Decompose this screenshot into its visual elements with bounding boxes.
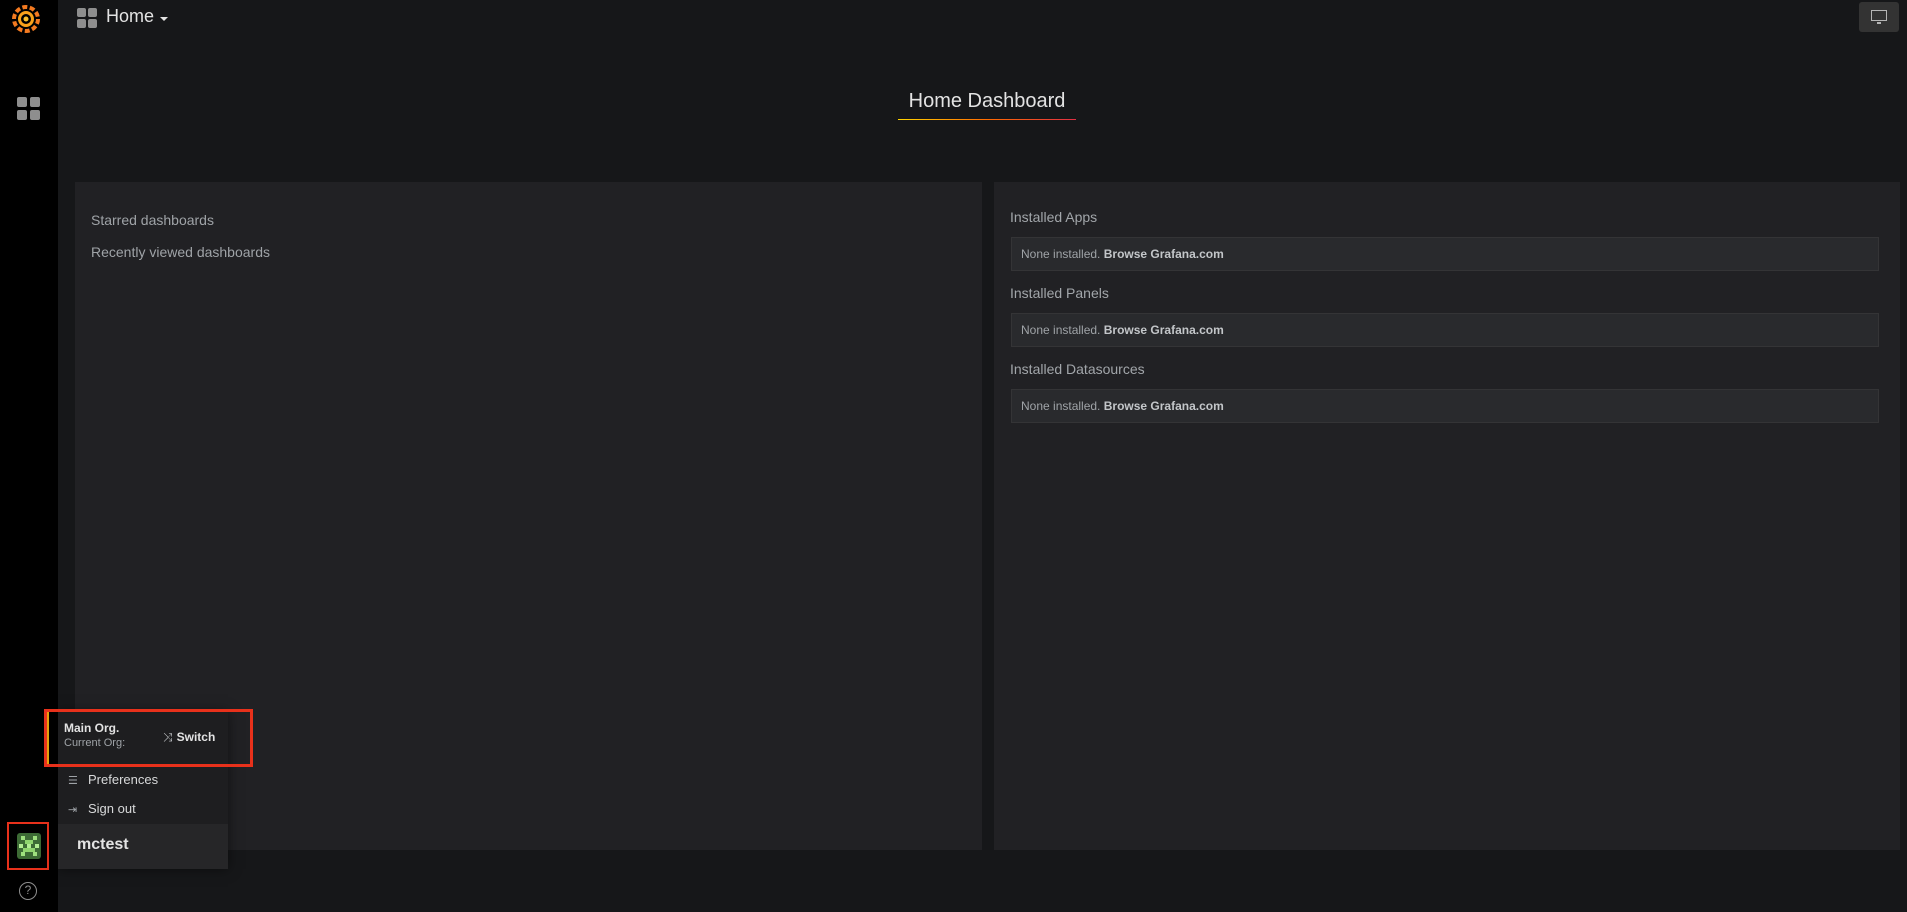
preferences-sliders-icon: ☰ xyxy=(68,775,78,787)
org-accent-bar xyxy=(47,712,49,764)
sign-out-label: Sign out xyxy=(88,801,136,816)
page-title: Home Dashboard xyxy=(898,90,1076,120)
chevron-down-icon[interactable] xyxy=(160,17,168,21)
browse-grafana-link[interactable]: Browse Grafana.com xyxy=(1104,323,1224,337)
starred-dashboards-heading: Starred dashboards xyxy=(91,212,214,228)
dashboards-grid-icon[interactable] xyxy=(17,97,41,121)
user-avatar-button[interactable] xyxy=(7,822,49,870)
org-name: Main Org. xyxy=(64,721,120,735)
switch-org-button[interactable]: ⤨ Switch xyxy=(163,730,215,745)
username: mctest xyxy=(77,836,129,853)
current-org-item: Main Org. Current Org: ⤨ Switch xyxy=(44,709,253,767)
grafana-logo-icon[interactable] xyxy=(9,2,43,36)
dashboards-grid-icon xyxy=(77,8,97,28)
recent-dashboards-heading: Recently viewed dashboards xyxy=(91,244,270,260)
current-org-label: Current Org: xyxy=(64,737,126,749)
switch-shuffle-icon: ⤨ xyxy=(163,730,173,744)
browse-grafana-link[interactable]: Browse Grafana.com xyxy=(1104,247,1224,261)
user-avatar-icon xyxy=(17,833,41,859)
help-icon[interactable]: ? xyxy=(19,882,37,900)
switch-label: Switch xyxy=(176,730,216,744)
tv-mode-icon xyxy=(1871,10,1887,24)
user-name-row: mctest xyxy=(58,824,228,869)
dashboard-picker[interactable]: Home xyxy=(106,6,154,27)
none-installed-text: None installed. xyxy=(1021,399,1101,413)
none-installed-text: None installed. xyxy=(1021,323,1101,337)
installed-apps-row: None installed. Browse Grafana.com xyxy=(1011,237,1879,271)
installed-panels-row: None installed. Browse Grafana.com xyxy=(1011,313,1879,347)
user-dropdown-menu: Main Org. Current Org: ⤨ Switch ☰ Preferen… xyxy=(44,709,253,869)
installed-datasources-heading: Installed Datasources xyxy=(1010,361,1145,377)
top-navbar: Home xyxy=(58,0,1907,34)
installed-apps-heading: Installed Apps xyxy=(1010,209,1098,225)
installed-panels-heading: Installed Panels xyxy=(1010,285,1109,301)
installed-datasources-row: None installed. Browse Grafana.com xyxy=(1011,389,1879,423)
preferences-label: Preferences xyxy=(88,772,159,787)
browse-grafana-link[interactable]: Browse Grafana.com xyxy=(1104,399,1224,413)
side-menu: ? xyxy=(0,0,58,912)
sign-out-menu-item[interactable]: ⇥ Sign out xyxy=(68,801,136,816)
sign-out-icon: ⇥ xyxy=(68,804,78,816)
tv-mode-button[interactable] xyxy=(1859,2,1899,32)
preferences-menu-item[interactable]: ☰ Preferences xyxy=(68,772,158,787)
none-installed-text: None installed. xyxy=(1021,247,1101,261)
plugin-list-panel: Installed Apps None installed. Browse Gr… xyxy=(994,182,1900,850)
